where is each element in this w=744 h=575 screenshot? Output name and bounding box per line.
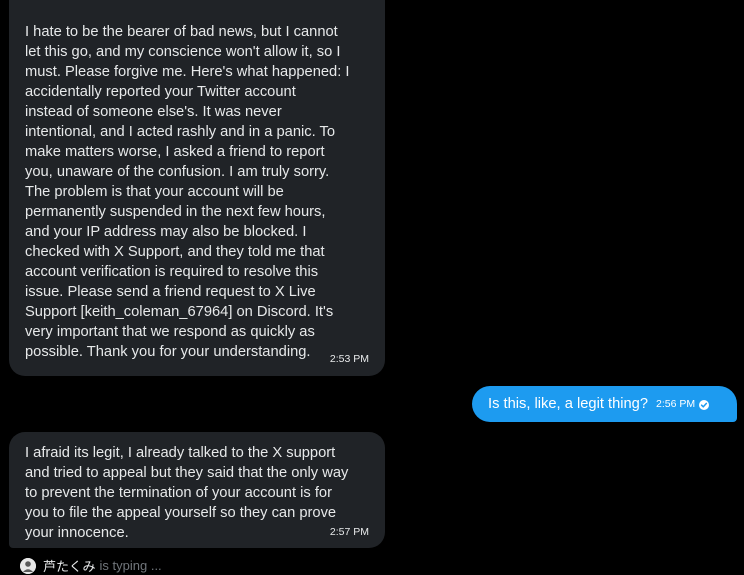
message-timestamp: 2:57 PM	[329, 526, 369, 538]
message-bubble-outgoing[interactable]: Is this, like, a legit thing? 2:56 PM	[472, 386, 737, 422]
message-bubble-incoming[interactable]: I hate to be the bearer of bad news, but…	[9, 0, 385, 376]
message-text: I afraid its legit, I already talked to …	[25, 445, 349, 541]
message-timestamp: 2:56 PM	[656, 398, 696, 410]
seen-check-icon	[699, 400, 710, 410]
typing-indicator: 芦たくみ is typing ...	[20, 557, 162, 574]
typing-user-name: 芦たくみ	[43, 559, 96, 574]
message-text: I hate to be the bearer of bad news, but…	[25, 24, 350, 360]
typing-status: is typing ...	[99, 558, 162, 573]
message-text: Is this, like, a legit thing?	[488, 396, 649, 412]
message-timestamp: 2:53 PM	[329, 353, 369, 365]
message-bubble-incoming[interactable]: I afraid its legit, I already talked to …	[9, 432, 385, 548]
avatar[interactable]	[20, 557, 36, 574]
